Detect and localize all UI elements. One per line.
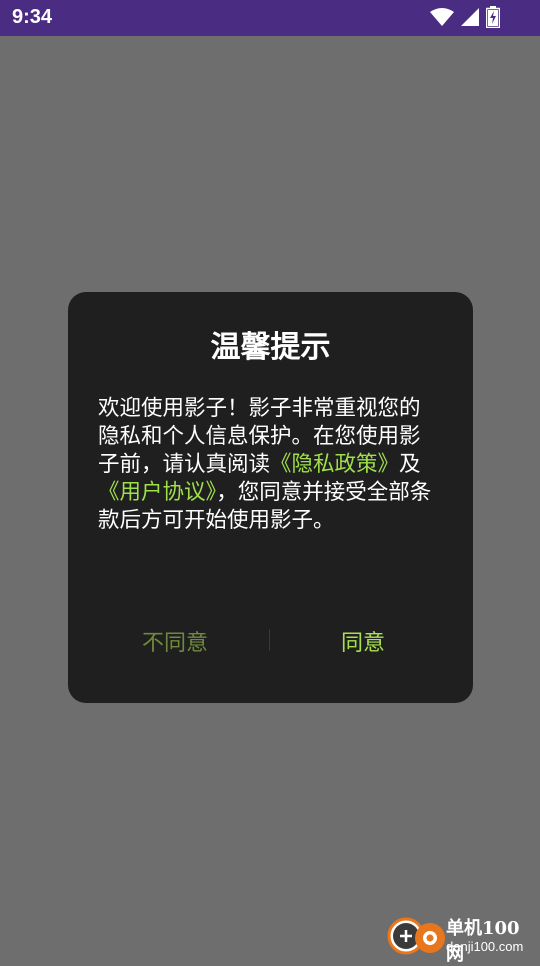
watermark-domain: danji100.com	[446, 939, 524, 954]
wifi-icon	[430, 8, 454, 26]
dialog-message: 欢迎使用影子！影子非常重视您的隐私和个人信息保护。在您使用影子前，请认真阅读《隐…	[98, 395, 440, 535]
dialog-title: 温馨提示	[210, 330, 331, 365]
message-and: 及	[399, 452, 421, 477]
agree-button[interactable]: 同意	[268, 626, 458, 662]
disagree-button[interactable]: 不同意	[80, 626, 270, 662]
privacy-policy-link[interactable]: 《隐私政策》	[270, 452, 399, 477]
signal-icon	[461, 8, 479, 26]
watermark-logo-icon	[387, 917, 445, 955]
privacy-dialog: 温馨提示 欢迎使用影子！影子非常重视您的隐私和个人信息保护。在您使用影子前，请认…	[68, 292, 473, 703]
watermark: 单机100网 danji100.com	[386, 912, 536, 965]
battery-charging-icon	[486, 6, 500, 28]
status-icons	[430, 6, 500, 28]
user-agreement-link[interactable]: 《用户协议》	[98, 480, 216, 505]
status-bar: 9:34	[0, 0, 540, 36]
status-time: 9:34	[12, 6, 53, 28]
